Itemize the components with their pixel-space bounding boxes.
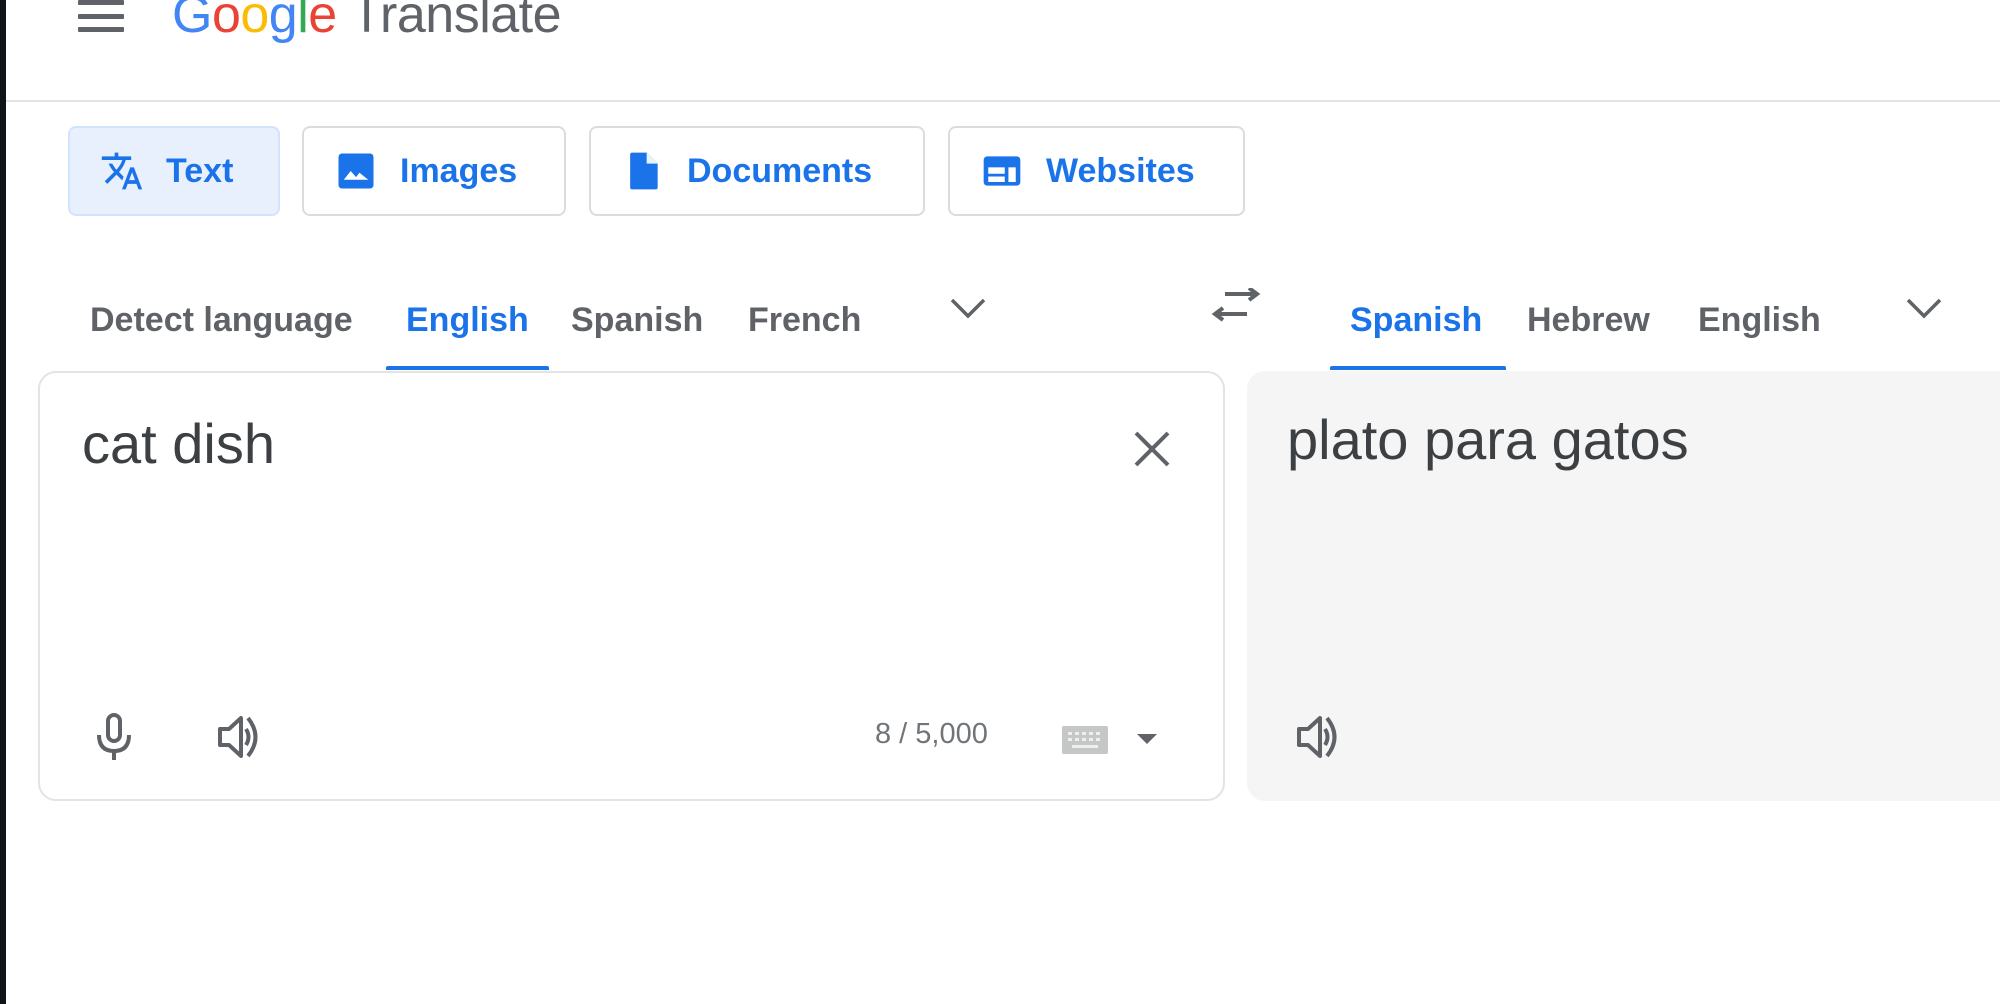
more-target-languages-button[interactable]: [1894, 288, 1954, 328]
source-lang-french[interactable]: French: [728, 270, 881, 370]
image-icon: [334, 149, 378, 193]
source-lang-english[interactable]: English: [386, 270, 549, 370]
logo-letter: o: [211, 0, 241, 44]
input-tools-button[interactable]: [1062, 726, 1108, 754]
app-header: Google Translate: [6, 0, 2000, 102]
target-lang-label: Spanish: [1350, 300, 1483, 339]
logo-letter: o: [240, 0, 269, 44]
close-icon: [1134, 431, 1170, 467]
target-lang-label: Hebrew: [1527, 300, 1650, 339]
logo-letter: G: [172, 0, 212, 44]
window-edge: [0, 0, 6, 1004]
mode-documents-label: Documents: [687, 151, 873, 190]
logo-letter: g: [268, 0, 298, 44]
source-lang-spanish[interactable]: Spanish: [551, 270, 723, 370]
product-name: Translate: [350, 0, 562, 44]
translation-text: plato para gatos: [1287, 408, 1689, 471]
speaker-icon: [1297, 716, 1337, 758]
source-lang-label: Detect language: [90, 300, 353, 339]
source-lang-label: French: [748, 300, 862, 339]
source-text-input[interactable]: cat dish: [82, 411, 275, 476]
input-tools-dropdown[interactable]: [1134, 729, 1160, 749]
translate-icon: [100, 149, 144, 193]
document-icon: [621, 149, 665, 193]
source-text-panel: cat dish 8 / 5,000: [38, 371, 1225, 801]
hamburger-icon-line: [78, 0, 124, 5]
caret-down-icon: [1137, 734, 1157, 744]
mode-images-button[interactable]: Images: [302, 126, 566, 216]
mode-websites-button[interactable]: Websites: [948, 126, 1245, 216]
voice-input-button[interactable]: [84, 707, 144, 767]
mode-websites-label: Websites: [1046, 151, 1195, 190]
microphone-icon: [97, 713, 131, 760]
logo-letter: l: [297, 0, 309, 44]
source-lang-label: English: [406, 300, 529, 339]
target-lang-spanish[interactable]: Spanish: [1330, 270, 1506, 370]
character-count: 8 / 5,000: [875, 718, 988, 750]
source-lang-detect[interactable]: Detect language: [70, 270, 373, 370]
translation-output-panel: plato para gatos: [1247, 371, 2000, 801]
more-source-languages-button[interactable]: [938, 288, 998, 328]
speaker-icon: [218, 716, 258, 758]
mode-text-label: Text: [166, 151, 234, 190]
target-lang-hebrew[interactable]: Hebrew: [1507, 270, 1670, 370]
listen-source-button[interactable]: [210, 707, 270, 767]
chevron-down-icon: [1906, 298, 1942, 319]
chevron-down-icon: [950, 298, 986, 319]
target-lang-english[interactable]: English: [1678, 270, 1841, 370]
swap-languages-button[interactable]: [1208, 284, 1264, 332]
mode-documents-button[interactable]: Documents: [589, 126, 925, 216]
listen-translation-button[interactable]: [1289, 707, 1349, 767]
mode-text-button[interactable]: Text: [68, 126, 280, 216]
keyboard-icon: [1062, 726, 1108, 754]
website-icon: [980, 149, 1024, 193]
main-menu-button[interactable]: [76, 0, 126, 36]
mode-images-label: Images: [400, 151, 518, 190]
source-lang-label: Spanish: [571, 300, 704, 339]
hamburger-icon-line: [78, 27, 124, 32]
swap-icon: [1211, 288, 1261, 322]
google-translate-logo[interactable]: Google Translate: [172, 0, 562, 45]
clear-source-button[interactable]: [1124, 421, 1180, 477]
logo-letter: e: [308, 0, 337, 44]
hamburger-icon-line: [78, 14, 124, 19]
target-lang-label: English: [1698, 300, 1821, 339]
